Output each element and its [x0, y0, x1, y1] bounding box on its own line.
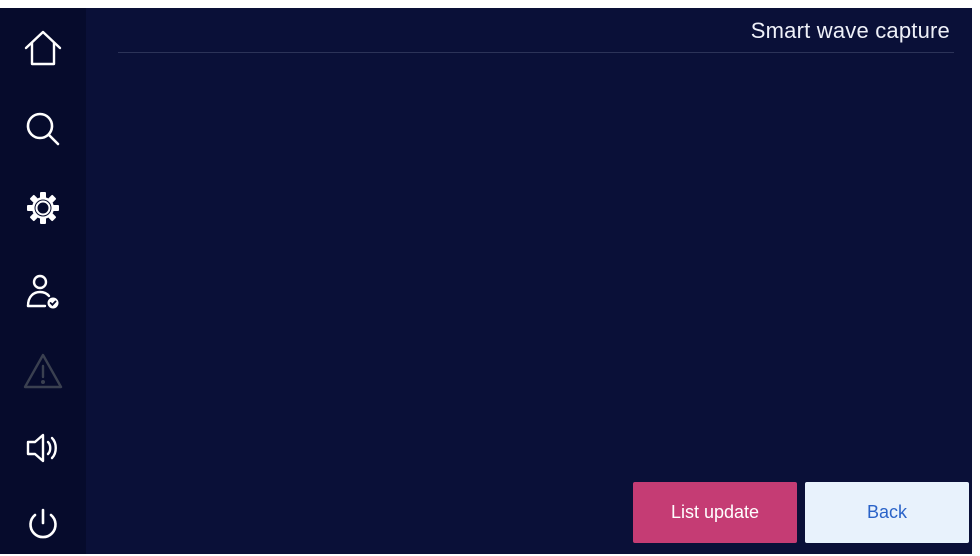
- sidebar-item-home[interactable]: [0, 18, 86, 78]
- title-divider: [118, 52, 954, 53]
- home-icon: [22, 27, 64, 69]
- search-icon: [23, 109, 63, 149]
- list-update-button[interactable]: List update: [633, 482, 797, 543]
- sidebar-item-sound[interactable]: [0, 418, 86, 478]
- sidebar: [0, 8, 86, 554]
- sidebar-item-settings[interactable]: [0, 178, 86, 238]
- sidebar-item-user[interactable]: [0, 262, 86, 322]
- page-title: Smart wave capture: [750, 18, 950, 43]
- app-screen: Smart wave capture List update Back: [0, 8, 972, 554]
- gear-icon: [24, 189, 62, 227]
- speaker-icon: [23, 428, 63, 468]
- warning-icon: [22, 351, 64, 391]
- sidebar-item-warning: [0, 341, 86, 401]
- sidebar-item-search[interactable]: [0, 99, 86, 159]
- power-icon: [24, 506, 62, 544]
- sidebar-item-power[interactable]: [0, 495, 86, 555]
- back-button[interactable]: Back: [805, 482, 969, 543]
- user-check-icon: [23, 272, 63, 312]
